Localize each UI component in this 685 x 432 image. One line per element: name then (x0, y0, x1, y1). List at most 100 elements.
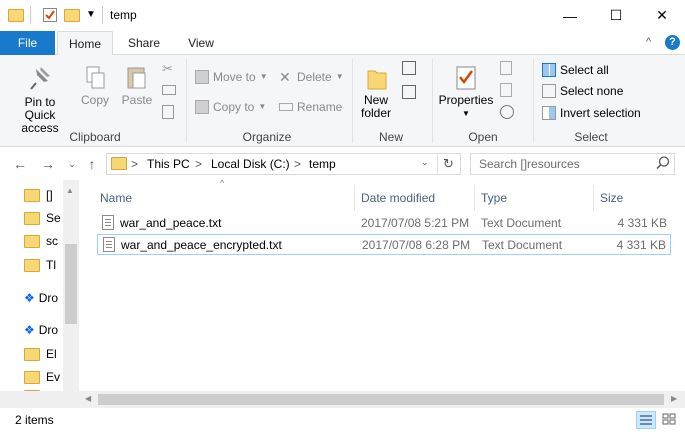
folder-icon (111, 157, 127, 170)
file-type: Text Document (481, 216, 562, 230)
nav-item-dropbox[interactable]: ❖ Dro (24, 319, 64, 341)
scroll-right-icon[interactable]: ▶ (671, 394, 677, 403)
address-bar[interactable]: > This PC > Local Disk (C:) > temp ⌄ ↻ (106, 153, 461, 175)
edit-icon[interactable] (500, 83, 512, 97)
select-all-icon (542, 63, 556, 77)
file-name: war_and_peace_encrypted.txt (121, 238, 282, 252)
paste-shortcut-icon[interactable] (162, 105, 174, 119)
file-explorer-window: ▼ temp — ☐ ✕ File Home Share View ^ ? Pi… (0, 0, 685, 432)
folder-icon (24, 188, 40, 202)
large-icons-view-icon[interactable] (660, 411, 680, 429)
forward-arrow-icon[interactable]: → (38, 154, 58, 174)
copy-to-icon (195, 100, 209, 114)
select-none-button[interactable]: Select none (542, 82, 623, 100)
text-file-icon (103, 237, 115, 252)
horizontal-scrollbar[interactable]: ◀ ▶ (80, 391, 685, 408)
back-arrow-icon[interactable]: ← (10, 154, 30, 174)
column-header-type[interactable]: Type (481, 185, 507, 211)
copy-to-button[interactable]: Copy to ▼ (195, 98, 266, 116)
file-size: 4 331 KB (616, 238, 666, 252)
search-box[interactable]: Search []resources (470, 153, 675, 175)
tab-share[interactable]: Share (121, 31, 167, 55)
user-folder-icon (24, 347, 40, 361)
nav-vertical-scrollbar[interactable]: ▲ (63, 180, 79, 392)
scroll-left-icon[interactable]: ◀ (85, 394, 91, 403)
breadcrumb-local-disk[interactable]: Local Disk (C:) (211, 157, 290, 171)
invert-selection-icon (542, 106, 556, 120)
folder-icon (8, 7, 24, 23)
table-row-focused[interactable]: war_and_peace_encrypted.txt 2017/07/08 6… (97, 234, 671, 255)
delete-button[interactable]: ✕ Delete ▼ (279, 68, 344, 86)
file-type: Text Document (482, 238, 563, 252)
file-date: 2017/07/08 5:21 PM (361, 216, 470, 230)
new-folder-button[interactable]: New folder (356, 65, 398, 120)
table-row[interactable]: war_and_peace.txt 2017/07/08 5:21 PM Tex… (97, 213, 671, 234)
delete-x-icon: ✕ (279, 69, 291, 85)
new-folder-label: New folder (360, 93, 392, 120)
nav-item[interactable]: sc (24, 230, 64, 252)
recent-locations-chevron-icon[interactable]: ⌄ (62, 154, 82, 174)
quick-access-dropdown-icon[interactable]: ▼ (86, 9, 96, 20)
details-view-icon[interactable] (636, 411, 656, 429)
pin-quick-access-button[interactable]: Pin to Quick access (5, 65, 75, 135)
maximize-button[interactable]: ☐ (593, 0, 639, 31)
open-icon[interactable] (500, 61, 512, 75)
folder-check-icon (24, 370, 40, 384)
paste-button[interactable]: Paste (118, 65, 156, 107)
copy-button[interactable]: Copy (78, 65, 112, 107)
dropbox-icon: ❖ (24, 291, 35, 305)
new-folder-icon[interactable] (64, 7, 80, 23)
sort-up-icon: ^ (220, 178, 225, 188)
address-dropdown-icon[interactable]: ⌄ (421, 157, 429, 168)
properties-button[interactable]: Properties ▼ (438, 65, 494, 120)
up-arrow-icon[interactable]: ↑ (82, 154, 102, 174)
breadcrumb-temp[interactable]: temp (309, 157, 336, 171)
invert-selection-button[interactable]: Invert selection (542, 104, 641, 122)
history-icon[interactable] (500, 105, 514, 119)
nav-item[interactable]: Tl (24, 254, 64, 276)
tab-file[interactable]: File (0, 31, 55, 55)
file-size: 4 331 KB (617, 216, 667, 230)
file-date: 2017/07/08 6:28 PM (362, 238, 471, 252)
paste-icon (127, 67, 146, 89)
window-title: temp (110, 8, 137, 22)
scroll-thumb[interactable] (98, 394, 664, 405)
collapse-ribbon-icon[interactable]: ^ (646, 36, 651, 48)
copy-label: Copy (80, 93, 109, 107)
tab-view[interactable]: View (179, 31, 223, 55)
paste-label: Paste (121, 93, 153, 107)
column-header-date[interactable]: Date modified (361, 185, 435, 211)
move-to-icon (195, 70, 209, 84)
open-group-label: Open (468, 130, 498, 144)
nav-item-dropbox[interactable]: ❖ Dro (24, 287, 64, 309)
minimize-button[interactable]: — (547, 0, 593, 31)
new-group-label: New (378, 130, 403, 144)
column-header-size[interactable]: Size (600, 185, 623, 211)
nav-item[interactable]: [] (24, 184, 64, 206)
breadcrumb-this-pc[interactable]: This PC (147, 157, 190, 171)
help-icon[interactable]: ? (665, 35, 680, 50)
search-input[interactable]: Search []resources (479, 157, 580, 171)
refresh-icon[interactable]: ↻ (443, 156, 454, 172)
dropbox-icon: ❖ (24, 323, 35, 337)
nav-item[interactable]: Ev (24, 366, 64, 388)
close-button[interactable]: ✕ (639, 0, 685, 31)
properties-icon (456, 66, 476, 90)
nav-horizontal-scrollbar[interactable] (0, 391, 80, 408)
nav-item[interactable]: El (24, 343, 64, 365)
move-to-button[interactable]: Move to ▼ (195, 68, 268, 86)
file-name: war_and_peace.txt (120, 216, 222, 230)
rename-button[interactable]: Rename (279, 98, 342, 116)
properties-check-icon[interactable] (42, 7, 58, 23)
easy-access-icon[interactable] (402, 85, 416, 99)
search-icon[interactable] (655, 155, 671, 171)
select-all-button[interactable]: Select all (542, 61, 609, 79)
column-header-name[interactable]: Name (100, 185, 132, 211)
copy-path-icon[interactable] (162, 85, 176, 95)
ribbon: Pin to Quick access Copy Paste ✂ Clipboa… (0, 55, 685, 147)
cut-icon[interactable]: ✂ (162, 61, 173, 77)
new-item-icon[interactable] (402, 61, 416, 75)
nav-item[interactable]: Se (24, 207, 64, 229)
tab-home[interactable]: Home (57, 31, 113, 56)
breadcrumb-separator: > (294, 157, 302, 171)
